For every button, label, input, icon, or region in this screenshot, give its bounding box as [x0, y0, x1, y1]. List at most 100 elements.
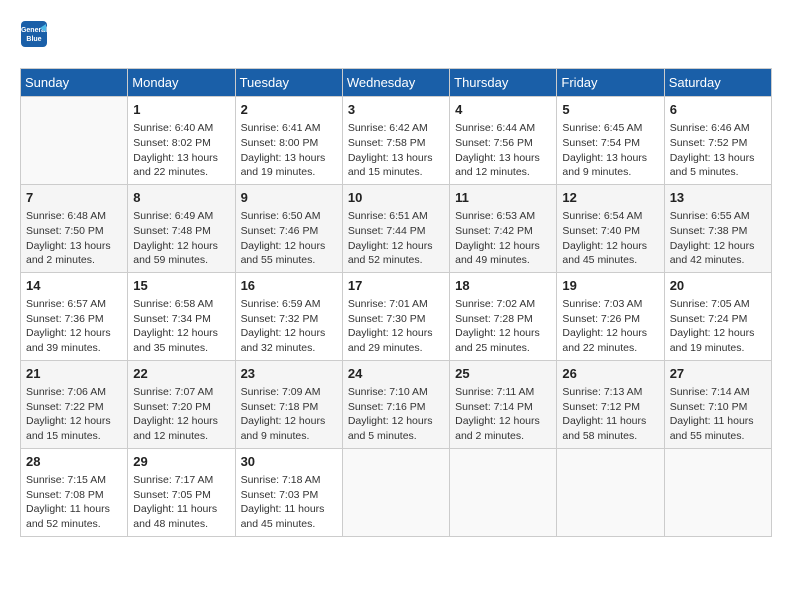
- day-info: and 42 minutes.: [670, 253, 766, 268]
- day-info: Daylight: 11 hours: [562, 414, 658, 429]
- day-info: Sunrise: 6:45 AM: [562, 121, 658, 136]
- day-info: Sunset: 7:30 PM: [348, 312, 444, 327]
- day-info: Sunrise: 7:05 AM: [670, 297, 766, 312]
- day-info: Sunrise: 7:11 AM: [455, 385, 551, 400]
- day-info: Daylight: 13 hours: [670, 151, 766, 166]
- calendar-cell: 25Sunrise: 7:11 AMSunset: 7:14 PMDayligh…: [450, 360, 557, 448]
- day-info: Daylight: 13 hours: [26, 239, 122, 254]
- day-info: Sunrise: 7:06 AM: [26, 385, 122, 400]
- day-info: Sunset: 8:02 PM: [133, 136, 229, 151]
- weekday-header: Friday: [557, 69, 664, 97]
- day-info: and 25 minutes.: [455, 341, 551, 356]
- calendar-cell: 13Sunrise: 6:55 AMSunset: 7:38 PMDayligh…: [664, 184, 771, 272]
- day-info: Sunrise: 6:51 AM: [348, 209, 444, 224]
- day-info: Daylight: 13 hours: [348, 151, 444, 166]
- day-info: and 22 minutes.: [562, 341, 658, 356]
- calendar-cell: 14Sunrise: 6:57 AMSunset: 7:36 PMDayligh…: [21, 272, 128, 360]
- day-number: 21: [26, 365, 122, 383]
- day-info: Daylight: 12 hours: [670, 239, 766, 254]
- day-info: and 2 minutes.: [26, 253, 122, 268]
- day-info: Daylight: 12 hours: [26, 414, 122, 429]
- calendar-cell: [450, 448, 557, 536]
- day-number: 8: [133, 189, 229, 207]
- day-info: Daylight: 13 hours: [241, 151, 337, 166]
- day-info: and 2 minutes.: [455, 429, 551, 444]
- day-info: and 12 minutes.: [133, 429, 229, 444]
- day-info: Sunset: 7:05 PM: [133, 488, 229, 503]
- day-number: 10: [348, 189, 444, 207]
- day-number: 26: [562, 365, 658, 383]
- day-info: and 45 minutes.: [562, 253, 658, 268]
- calendar-cell: 12Sunrise: 6:54 AMSunset: 7:40 PMDayligh…: [557, 184, 664, 272]
- calendar-cell: [21, 97, 128, 185]
- day-number: 6: [670, 101, 766, 119]
- day-info: Daylight: 12 hours: [133, 239, 229, 254]
- day-number: 2: [241, 101, 337, 119]
- day-info: Sunrise: 7:09 AM: [241, 385, 337, 400]
- day-info: Daylight: 12 hours: [26, 326, 122, 341]
- day-info: Sunset: 7:10 PM: [670, 400, 766, 415]
- day-info: Sunrise: 7:01 AM: [348, 297, 444, 312]
- calendar-cell: 4Sunrise: 6:44 AMSunset: 7:56 PMDaylight…: [450, 97, 557, 185]
- weekday-header: Saturday: [664, 69, 771, 97]
- day-info: Sunrise: 7:14 AM: [670, 385, 766, 400]
- day-info: Daylight: 12 hours: [455, 326, 551, 341]
- weekday-header: Monday: [128, 69, 235, 97]
- day-info: Daylight: 12 hours: [455, 414, 551, 429]
- calendar-cell: 26Sunrise: 7:13 AMSunset: 7:12 PMDayligh…: [557, 360, 664, 448]
- day-info: and 35 minutes.: [133, 341, 229, 356]
- day-info: and 39 minutes.: [26, 341, 122, 356]
- day-info: Sunset: 7:42 PM: [455, 224, 551, 239]
- day-info: Sunset: 7:22 PM: [26, 400, 122, 415]
- day-info: Daylight: 11 hours: [241, 502, 337, 517]
- day-info: and 9 minutes.: [562, 165, 658, 180]
- day-info: Sunset: 7:26 PM: [562, 312, 658, 327]
- day-number: 11: [455, 189, 551, 207]
- calendar-cell: 24Sunrise: 7:10 AMSunset: 7:16 PMDayligh…: [342, 360, 449, 448]
- day-info: Sunset: 7:38 PM: [670, 224, 766, 239]
- day-number: 15: [133, 277, 229, 295]
- day-number: 30: [241, 453, 337, 471]
- day-info: Sunrise: 6:49 AM: [133, 209, 229, 224]
- day-info: Sunset: 7:50 PM: [26, 224, 122, 239]
- day-info: Daylight: 12 hours: [670, 326, 766, 341]
- day-info: and 55 minutes.: [241, 253, 337, 268]
- day-info: Sunrise: 6:55 AM: [670, 209, 766, 224]
- calendar-cell: 8Sunrise: 6:49 AMSunset: 7:48 PMDaylight…: [128, 184, 235, 272]
- calendar-cell: 9Sunrise: 6:50 AMSunset: 7:46 PMDaylight…: [235, 184, 342, 272]
- calendar: SundayMondayTuesdayWednesdayThursdayFrid…: [20, 68, 772, 537]
- calendar-cell: [664, 448, 771, 536]
- day-info: Daylight: 13 hours: [133, 151, 229, 166]
- day-info: and 59 minutes.: [133, 253, 229, 268]
- day-info: Daylight: 12 hours: [133, 326, 229, 341]
- calendar-cell: 7Sunrise: 6:48 AMSunset: 7:50 PMDaylight…: [21, 184, 128, 272]
- day-info: Daylight: 12 hours: [133, 414, 229, 429]
- day-info: Sunrise: 6:44 AM: [455, 121, 551, 136]
- day-info: Sunrise: 6:50 AM: [241, 209, 337, 224]
- day-info: and 58 minutes.: [562, 429, 658, 444]
- day-number: 22: [133, 365, 229, 383]
- day-number: 29: [133, 453, 229, 471]
- calendar-cell: 22Sunrise: 7:07 AMSunset: 7:20 PMDayligh…: [128, 360, 235, 448]
- day-info: and 49 minutes.: [455, 253, 551, 268]
- logo: General Blue: [20, 20, 52, 48]
- day-info: and 5 minutes.: [670, 165, 766, 180]
- calendar-cell: 1Sunrise: 6:40 AMSunset: 8:02 PMDaylight…: [128, 97, 235, 185]
- day-info: Daylight: 11 hours: [133, 502, 229, 517]
- calendar-cell: 5Sunrise: 6:45 AMSunset: 7:54 PMDaylight…: [557, 97, 664, 185]
- weekday-header: Thursday: [450, 69, 557, 97]
- day-info: and 55 minutes.: [670, 429, 766, 444]
- calendar-cell: [557, 448, 664, 536]
- svg-text:Blue: Blue: [26, 36, 41, 43]
- day-number: 24: [348, 365, 444, 383]
- day-info: and 15 minutes.: [26, 429, 122, 444]
- day-info: Sunset: 7:36 PM: [26, 312, 122, 327]
- day-info: Daylight: 12 hours: [241, 326, 337, 341]
- day-info: Daylight: 12 hours: [455, 239, 551, 254]
- day-number: 12: [562, 189, 658, 207]
- day-number: 23: [241, 365, 337, 383]
- calendar-cell: 15Sunrise: 6:58 AMSunset: 7:34 PMDayligh…: [128, 272, 235, 360]
- day-info: Sunrise: 6:42 AM: [348, 121, 444, 136]
- day-info: Sunset: 7:32 PM: [241, 312, 337, 327]
- calendar-cell: 30Sunrise: 7:18 AMSunset: 7:03 PMDayligh…: [235, 448, 342, 536]
